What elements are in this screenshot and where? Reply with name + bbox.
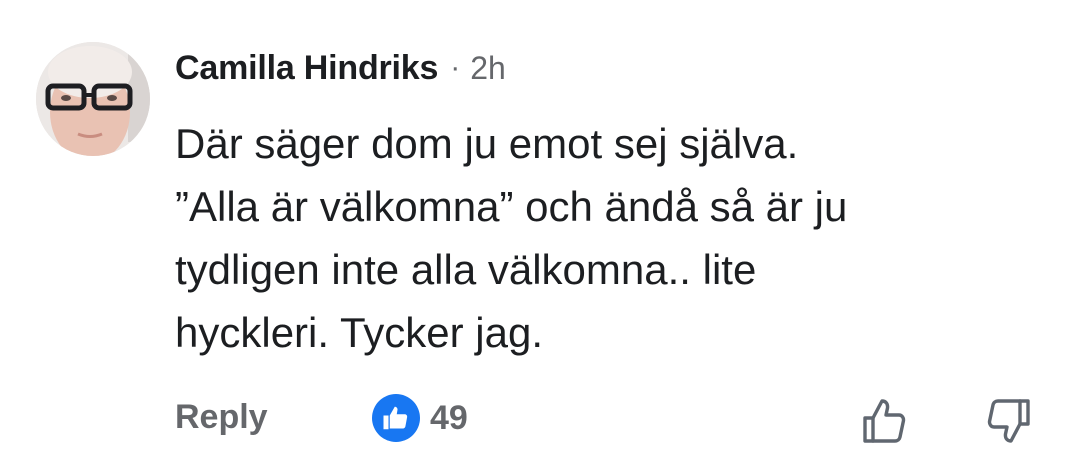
- reaction-summary[interactable]: 49: [372, 394, 468, 442]
- comment-body: Där säger dom ju emot sej själva. ”Alla …: [175, 112, 1045, 364]
- separator-dot: ·: [450, 51, 461, 84]
- comment: Camilla Hindriks · 2h Där säger dom ju e…: [0, 0, 1080, 475]
- thumbs-up-outline-icon[interactable]: [860, 396, 908, 446]
- avatar[interactable]: [36, 42, 150, 156]
- comment-line: tydligen inte alla välkomna.. lite: [175, 246, 757, 293]
- comment-line: Där säger dom ju emot sej själva.: [175, 120, 799, 167]
- comment-line: ”Alla är välkomna” och ändå så är ju: [175, 183, 848, 230]
- thumbs-down-outline-icon[interactable]: [985, 396, 1033, 446]
- reply-button[interactable]: Reply: [175, 398, 268, 437]
- author-name[interactable]: Camilla Hindriks: [175, 49, 438, 88]
- comment-header: Camilla Hindriks · 2h: [175, 46, 506, 90]
- reaction-count: 49: [430, 398, 468, 437]
- timestamp[interactable]: 2h: [470, 50, 506, 87]
- profile-photo-icon: [36, 42, 150, 156]
- comment-line: hyckleri. Tycker jag.: [175, 309, 544, 356]
- like-reaction-icon: [372, 394, 420, 442]
